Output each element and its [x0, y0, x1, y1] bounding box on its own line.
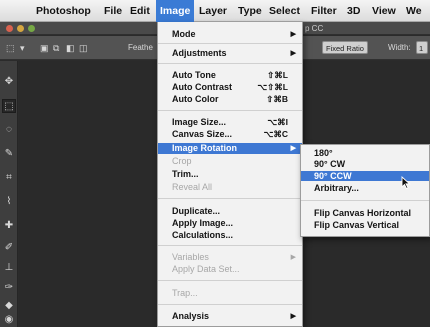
new-selection-icon[interactable]: ▣	[40, 42, 49, 54]
submenu-arrow-icon: ▶	[290, 145, 296, 152]
add-selection-icon[interactable]: ⧉	[53, 42, 59, 54]
menu-item-variables[interactable]: Variables ▶	[158, 252, 302, 263]
menu-separator	[158, 280, 302, 281]
image-menu: Mode ▶ Adjustments ▶ Auto Tone ⇧⌘L Auto Con…	[157, 22, 303, 327]
submenu-arrow-icon: ▶	[290, 313, 296, 320]
width-label: Width:	[388, 43, 411, 52]
menu-item-duplicate[interactable]: Duplicate...	[158, 206, 302, 217]
mouse-pointer-icon	[401, 176, 411, 190]
menu-item-calculations[interactable]: Calculations...	[158, 230, 302, 241]
menu-separator	[301, 200, 429, 201]
brush-tool-icon[interactable]: ✐	[2, 241, 16, 255]
menu-item-apply-data-set[interactable]: Apply Data Set...	[158, 264, 302, 275]
window-title: p CC	[305, 24, 324, 33]
menu-image[interactable]: Image	[156, 0, 195, 22]
feather-label: Feathe	[128, 43, 153, 52]
menu-separator	[158, 304, 302, 305]
menu-photoshop[interactable]: Photoshop	[32, 0, 95, 22]
menu-separator	[158, 110, 302, 111]
menu-filter[interactable]: Filter	[307, 0, 341, 22]
gradient-tool-icon[interactable]: ◉	[2, 313, 16, 327]
submenu-item-flip-canvas-vertical[interactable]: Flip Canvas Vertical	[301, 220, 429, 230]
menu-3d[interactable]: 3D	[343, 0, 364, 22]
menu-separator	[158, 43, 302, 44]
submenu-arrow-icon: ▶	[290, 50, 296, 57]
zoom-window-icon[interactable]	[28, 25, 35, 32]
dropdown-arrow-icon[interactable]: ▾	[20, 42, 25, 54]
submenu-arrow-icon: ▶	[290, 254, 296, 261]
move-tool-icon[interactable]: ✥	[2, 75, 16, 89]
minimize-window-icon[interactable]	[17, 25, 24, 32]
menu-separator	[158, 198, 302, 199]
history-brush-tool-icon[interactable]: ✑	[2, 281, 16, 295]
menu-separator	[158, 245, 302, 246]
tool-preset-icon[interactable]: ⬚	[6, 42, 15, 54]
menu-type[interactable]: Type	[234, 0, 266, 22]
menu-file[interactable]: File	[100, 0, 126, 22]
submenu-arrow-icon: ▶	[290, 31, 296, 38]
menu-separator	[158, 63, 302, 64]
menu-item-reveal-all[interactable]: Reveal All	[158, 182, 302, 193]
submenu-item-flip-canvas-horizontal[interactable]: Flip Canvas Horizontal	[301, 208, 429, 218]
menu-item-adjustments[interactable]: Adjustments ▶	[158, 48, 302, 59]
menu-bar: Photoshop File Edit Image Layer Type Sel…	[0, 0, 430, 22]
menu-item-trap[interactable]: Trap...	[158, 288, 302, 299]
healing-brush-tool-icon[interactable]: ✚	[2, 219, 16, 233]
menu-view[interactable]: View	[368, 0, 400, 22]
menu-layer[interactable]: Layer	[195, 0, 231, 22]
menu-item-canvas-size[interactable]: Canvas Size... ⌥⌘C	[158, 129, 302, 140]
menu-item-auto-tone[interactable]: Auto Tone ⇧⌘L	[158, 70, 302, 81]
menu-item-trim[interactable]: Trim...	[158, 169, 302, 180]
eraser-tool-icon[interactable]: ◆	[2, 299, 16, 313]
submenu-item-180[interactable]: 180°	[301, 148, 429, 158]
intersect-selection-icon[interactable]: ◫	[79, 42, 88, 54]
width-input[interactable]: 1	[416, 41, 428, 54]
menu-item-mode[interactable]: Mode ▶	[158, 29, 302, 40]
menu-item-apply-image[interactable]: Apply Image...	[158, 218, 302, 229]
eyedropper-tool-icon[interactable]: ⌇	[2, 195, 16, 209]
submenu-item-90-cw[interactable]: 90° CW	[301, 159, 429, 169]
style-select[interactable]: Fixed Ratio	[322, 41, 368, 54]
menu-item-image-size[interactable]: Image Size... ⌥⌘I	[158, 117, 302, 128]
clone-stamp-tool-icon[interactable]: ⊥	[2, 261, 16, 275]
menu-select[interactable]: Select	[265, 0, 304, 22]
image-rotation-submenu: 180° 90° CW 90° CCW Arbitrary... Flip Ca…	[300, 144, 430, 237]
lasso-tool-icon[interactable]: ◌	[2, 123, 16, 137]
marquee-tool-icon[interactable]: ⬚	[2, 99, 16, 113]
menu-item-analysis[interactable]: Analysis ▶	[158, 311, 302, 322]
tools-panel: ✥ ⬚ ◌ ✎ ⌗ ⌇ ✚ ✐ ⊥ ✑ ◆ ◉	[0, 61, 18, 327]
quick-selection-tool-icon[interactable]: ✎	[2, 147, 16, 161]
menu-item-image-rotation[interactable]: Image Rotation ▶	[158, 143, 302, 154]
menu-window[interactable]: We	[402, 0, 426, 22]
subtract-selection-icon[interactable]: ◧	[66, 42, 75, 54]
menu-item-auto-color[interactable]: Auto Color ⇧⌘B	[158, 94, 302, 105]
crop-tool-icon[interactable]: ⌗	[2, 171, 16, 185]
menu-edit[interactable]: Edit	[126, 0, 154, 22]
menu-item-crop[interactable]: Crop	[158, 156, 302, 167]
menu-item-auto-contrast[interactable]: Auto Contrast ⌥⇧⌘L	[158, 82, 302, 93]
close-window-icon[interactable]	[6, 25, 13, 32]
